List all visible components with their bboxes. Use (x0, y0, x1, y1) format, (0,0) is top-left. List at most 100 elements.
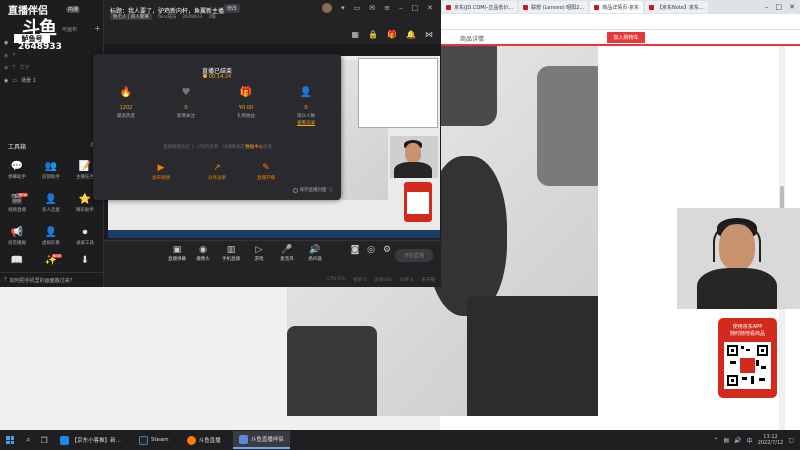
tool-avatar[interactable]: 👤 虚拟形象 (36, 226, 66, 252)
checkbox-icon[interactable] (292, 187, 298, 193)
eye-icon[interactable]: ◉ (4, 40, 8, 46)
share-results-button[interactable]: ↗ 分享战果 (197, 163, 237, 181)
lock-icon[interactable]: 🔒 (368, 30, 378, 39)
windows-taskbar: ⌕ ❐ 【京东小客推】新... Steam 斗鱼直播 斗鱼直播伴侣 ⌃ ▤ 🔊 … (0, 430, 800, 450)
stat-new-follows: ♥ 0 新增关注 (161, 86, 211, 119)
close-icon[interactable]: ✕ (789, 3, 795, 11)
tool-multi-mic[interactable]: 👤 多人连麦 (36, 193, 66, 219)
product-tab-title[interactable]: 商品详情 (460, 34, 484, 43)
camera-overlay (677, 208, 800, 309)
browser-tab-2[interactable]: 联想 (Lenovo) 昭阳2... (519, 1, 589, 13)
user-id: 2648933 (18, 42, 62, 52)
menu-lines-icon[interactable]: ≡ (384, 4, 390, 12)
browser-tab-strip: 京东(JD.COM)-正品低价... 联想 (Lenovo) 昭阳2... 商品… (440, 0, 800, 14)
close-icon[interactable]: ✕ (427, 4, 433, 12)
browser-tab-3[interactable]: 商品详情页-京东 (590, 1, 644, 13)
app-promo-card[interactable]: 使用京东APP 随时随地看商品 (718, 318, 777, 398)
window-icon[interactable]: ▭ (354, 4, 361, 12)
tool-beauty[interactable]: NEW ✨ (36, 254, 66, 272)
eye-icon[interactable]: ◉ (4, 65, 8, 71)
bell-icon[interactable]: 🔔 (406, 30, 416, 39)
stat-viewers: 👤 0 观众人数 查看记录 (281, 86, 331, 126)
publish-video-button[interactable]: ▶ 发布视频 (141, 163, 181, 181)
start-live-button[interactable]: ✎ 直播开播 (246, 163, 286, 181)
help-link[interactable]: ? 如何把手机里的画面搬过来？ (0, 272, 104, 287)
tool-room-manager[interactable]: 👥 房管助手 (36, 160, 66, 186)
tool-classroom[interactable]: 📖 (2, 254, 32, 272)
maximize-icon[interactable]: □ (412, 4, 419, 12)
share-icon[interactable]: ⋈ (425, 30, 433, 39)
browser-tab-4[interactable]: 【京东Note】京东... (645, 1, 708, 13)
system-clock[interactable]: 13:12 2022/7/12 (758, 434, 784, 446)
volume-icon[interactable]: 🔊 (734, 437, 741, 444)
tool-voice-broadcast[interactable]: 📢 语音播报 (2, 226, 32, 252)
tool-video-live[interactable]: NEW 🎬 视频直播 (2, 193, 32, 219)
more-icon: ⬇ (80, 255, 90, 266)
edit-icon: ✎ (262, 163, 270, 173)
douyu-icon (186, 435, 196, 445)
search-icon[interactable]: ⌕ (26, 435, 30, 445)
windows-start-icon[interactable] (6, 436, 14, 444)
control-game[interactable]: ▷ 游戏 (246, 245, 272, 262)
scene-item[interactable]: ◉ T (4, 53, 15, 59)
eye-icon[interactable]: ◉ (4, 53, 8, 59)
scene-item[interactable]: ◉ (4, 40, 8, 46)
tool-recorder[interactable]: ⏺ 录屏工具 (70, 226, 100, 252)
gift-icon[interactable]: 🎁 (387, 30, 397, 39)
minimize-icon[interactable]: – (399, 4, 403, 12)
mail-icon[interactable]: ✉ (369, 4, 375, 12)
record-icon: ⏺ (82, 227, 88, 238)
share-icon: ↗ (213, 163, 221, 173)
browser-tab-1[interactable]: 京东(JD.COM)-正品低价... (442, 1, 518, 13)
data-center-link[interactable]: 数据中心 (245, 145, 263, 150)
menu-icon[interactable]: ▾ (341, 4, 345, 12)
user-icon: 👤 (299, 87, 313, 98)
clock-icon (202, 74, 207, 78)
user-icon: 👤 (44, 194, 58, 205)
tool-danmu[interactable]: 💬 弹幕助手 (2, 160, 32, 186)
companion-icon (238, 434, 248, 444)
preview-document (358, 58, 438, 128)
fans-label: fans成员 (157, 15, 177, 20)
control-camera[interactable]: ◉ 摄像头 (190, 245, 216, 262)
taskbar-item-edge[interactable]: 【京东小客推】新... (54, 431, 127, 449)
save-cover-checkbox[interactable]: 保存直播封面 ⓘ (292, 187, 334, 193)
mini-pc-shape (537, 66, 598, 186)
avatar[interactable] (322, 3, 333, 13)
browser-address-bar[interactable] (440, 14, 800, 30)
control-danmu[interactable]: ▣ 直播弹幕 (164, 245, 190, 262)
chevron-up-icon[interactable]: ⌃ (713, 437, 718, 444)
control-microphone[interactable]: 🎤 麦克风 (274, 245, 300, 262)
control-speaker[interactable]: 🔊 扬声器 (302, 245, 328, 262)
edit-title-button[interactable]: 修改 (224, 4, 241, 13)
new-badge: NEW (17, 193, 28, 197)
tool-more[interactable]: ⬇ (70, 254, 100, 272)
category-tag[interactable]: 晚七人 | 四人聚赛 (110, 14, 152, 20)
taskbar-item-douyu[interactable]: 斗鱼直播 (181, 431, 227, 449)
maximize-icon[interactable]: □ (776, 3, 783, 11)
notification-icon[interactable]: ▢ (788, 437, 794, 444)
scene-item-1[interactable]: ◉ ▭ 场景 1 (4, 77, 36, 85)
network-icon[interactable]: ▤ (724, 437, 730, 444)
minimize-icon[interactable]: – (765, 3, 769, 11)
stream-controls: ▣ 直播弹幕 ◉ 摄像头 ▥ 手机直播 ▷ 游戏 🎤 麦克风 🔊 扬声器 ◙ ◎ ⚙ 开始直… (104, 240, 441, 270)
ime-icon[interactable]: 中 (747, 436, 753, 445)
text-icon: T (12, 64, 16, 71)
taskbar-item-steam[interactable]: Steam (133, 431, 175, 449)
avatar-icon: 👤 (44, 227, 58, 238)
task-view-icon[interactable]: ❐ (40, 436, 47, 445)
start-stream-button[interactable]: 开始直播 (395, 249, 433, 262)
control-mobile[interactable]: ▥ 手机直播 (218, 245, 244, 262)
edge-icon (59, 435, 69, 445)
add-to-cart-button[interactable]: 加入购物车 (607, 32, 645, 43)
info-icon[interactable]: ⓘ (329, 187, 334, 193)
eye-icon[interactable]: ◉ (4, 78, 8, 84)
taskbar-item-douyu-companion[interactable]: 斗鱼直播伴侣 (232, 431, 290, 449)
view-records-link[interactable]: 查看记录 (281, 120, 331, 126)
add-scene-icon[interactable]: + (94, 24, 101, 33)
grid-icon[interactable]: ▦ (352, 30, 360, 39)
scene-item-text[interactable]: ◉ T 文字 (4, 64, 29, 72)
data-note: ·直播数据会在 1 小时内更新 · 详细数据在数据中心查看 (161, 145, 273, 150)
stat-gift-income: 🎁 ¥0.00 礼物收益 (221, 86, 271, 119)
toolbox-header: 工具箱 (8, 144, 27, 151)
